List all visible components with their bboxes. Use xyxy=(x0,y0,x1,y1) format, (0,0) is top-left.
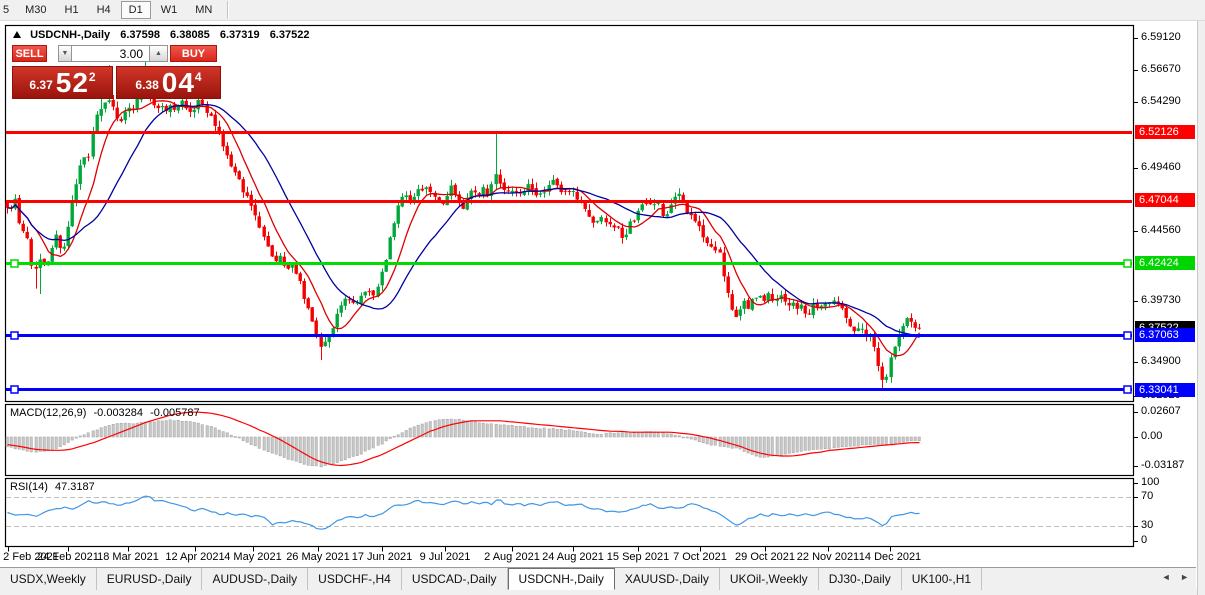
tab-xauusd-daily[interactable]: XAUUSD-,Daily xyxy=(615,568,720,590)
price-axis-tick: 6.54290 xyxy=(1141,95,1181,107)
one-click-trading-panel: SELL ▼ ▲ BUY 6.37 52 2 6.38 04 4 xyxy=(12,45,221,99)
timeframe-button-m30[interactable]: M30 xyxy=(17,1,54,19)
rsi-axis-tick: 100 xyxy=(1141,476,1159,488)
timeframe-toolbar: 5M30H1H4D1W1MN xyxy=(0,0,1205,21)
tab-usdchf-h4[interactable]: USDCHF-,H4 xyxy=(308,568,402,590)
macd-axis-tick: 0.00 xyxy=(1141,430,1162,442)
sell-price-prefix: 6.37 xyxy=(29,78,52,92)
sell-price-big: 52 xyxy=(56,70,89,96)
buy-price-prefix: 6.38 xyxy=(135,78,158,92)
date-axis-label: 14 Dec 2021 xyxy=(845,551,935,563)
line-drag-handle[interactable] xyxy=(11,260,18,267)
rsi-indicator-label: RSI(14) 47.3187 xyxy=(10,481,95,493)
macd-value-signal: -0.005787 xyxy=(150,407,200,419)
tab-usdcad-daily[interactable]: USDCAD-,Daily xyxy=(402,568,508,590)
rsi-axis-tick: 0 xyxy=(1141,534,1147,546)
tabs-scroll-left-icon[interactable]: ◄ xyxy=(1162,572,1171,582)
price-level-chip: 6.42424 xyxy=(1135,256,1195,270)
trading-platform-window: 5M30H1H4D1W1MN USDCNH-,Daily 6.37598 6.3… xyxy=(0,0,1205,595)
price-level-chip: 6.33041 xyxy=(1135,383,1195,397)
tab-usdx-weekly[interactable]: USDX,Weekly xyxy=(0,568,97,590)
macd-axis-tick: -0.03187 xyxy=(1141,459,1184,471)
tab-dj30-daily[interactable]: DJ30-,Daily xyxy=(819,568,902,590)
macd-histogram-series xyxy=(6,419,920,467)
macd-name: MACD(12,26,9) xyxy=(10,407,86,419)
collapse-panel-icon[interactable] xyxy=(13,31,21,38)
chart-symbol-period: USDCNH-,Daily xyxy=(30,29,110,41)
rsi-value: 47.3187 xyxy=(55,481,95,493)
volume-input[interactable] xyxy=(71,45,150,62)
ma-fast-line xyxy=(8,101,920,356)
sell-price-sup: 2 xyxy=(89,70,96,84)
price-level-chip: 6.47044 xyxy=(1135,193,1195,207)
macd-value-main: -0.003284 xyxy=(93,407,143,419)
rsi-axis-tick: 30 xyxy=(1141,519,1153,531)
ohlc-close: 6.37522 xyxy=(270,29,310,41)
price-axis-tick: 6.44560 xyxy=(1141,224,1181,236)
ohlc-open: 6.37598 xyxy=(120,29,160,41)
tabs-scroll-right-icon[interactable]: ► xyxy=(1180,572,1189,582)
price-axis-tick: 6.34900 xyxy=(1141,355,1181,367)
toolbar-separator xyxy=(227,1,228,19)
timeframe-button-h1[interactable]: H1 xyxy=(57,1,87,19)
ohlc-low: 6.37319 xyxy=(220,29,260,41)
window-right-edge xyxy=(1197,0,1205,595)
rsi-pane-border xyxy=(6,479,1134,547)
line-drag-handle[interactable] xyxy=(1124,260,1131,267)
timeframe-button-mn[interactable]: MN xyxy=(187,1,220,19)
rsi-name: RSI(14) xyxy=(10,481,48,493)
price-axis-tick: 6.39730 xyxy=(1141,294,1181,306)
price-axis-tick: 6.49460 xyxy=(1141,161,1181,173)
macd-axis-tick: 0.02607 xyxy=(1141,405,1181,417)
sell-button[interactable]: SELL xyxy=(12,45,47,62)
buy-button[interactable]: BUY xyxy=(170,45,217,62)
rsi-line xyxy=(8,496,920,529)
buy-price-sup: 4 xyxy=(195,70,202,84)
chart-title: USDCNH-,Daily 6.37598 6.38085 6.37319 6.… xyxy=(13,29,309,41)
tab-ukoil-weekly[interactable]: UKOil-,Weekly xyxy=(720,568,819,590)
tab-usdcnh-daily[interactable]: USDCNH-,Daily xyxy=(508,568,615,590)
buy-price-box[interactable]: 6.38 04 4 xyxy=(116,66,221,99)
tab-audusd-daily[interactable]: AUDUSD-,Daily xyxy=(202,568,308,590)
line-drag-handle[interactable] xyxy=(1124,386,1131,393)
timeframe-button-d1[interactable]: D1 xyxy=(121,1,151,19)
volume-increase-button[interactable]: ▲ xyxy=(149,45,168,62)
macd-indicator-label: MACD(12,26,9) -0.003284 -0.005787 xyxy=(10,407,200,419)
price-level-chip: 6.52126 xyxy=(1135,125,1195,139)
timeframe-button-w1[interactable]: W1 xyxy=(153,1,186,19)
timeframe-button-h4[interactable]: H4 xyxy=(89,1,119,19)
tab-scroll-arrows: ◄ ► xyxy=(1155,572,1189,582)
tab-eurusd-daily[interactable]: EURUSD-,Daily xyxy=(97,568,203,590)
line-drag-handle[interactable] xyxy=(11,386,18,393)
symbol-tab-bar: USDX,WeeklyEURUSD-,DailyAUDUSD-,DailyUSD… xyxy=(0,567,1196,590)
price-axis-tick: 6.59120 xyxy=(1141,31,1181,43)
ma-slow-line xyxy=(8,105,920,338)
ohlc-high: 6.38085 xyxy=(170,29,210,41)
tab-uk100-h1[interactable]: UK100-,H1 xyxy=(902,568,982,590)
price-axis-tick: 6.56670 xyxy=(1141,63,1181,75)
sell-price-box[interactable]: 6.37 52 2 xyxy=(12,66,113,99)
line-drag-handle[interactable] xyxy=(11,332,18,339)
rsi-axis-tick: 70 xyxy=(1141,490,1153,502)
buy-price-big: 04 xyxy=(162,70,195,96)
axis-tick-marks xyxy=(9,39,1139,552)
timeframe-button-5[interactable]: 5 xyxy=(1,1,15,19)
price-level-chip: 6.37063 xyxy=(1135,328,1195,342)
line-drag-handle[interactable] xyxy=(1124,332,1131,339)
volume-decrease-button[interactable]: ▼ xyxy=(58,45,72,62)
